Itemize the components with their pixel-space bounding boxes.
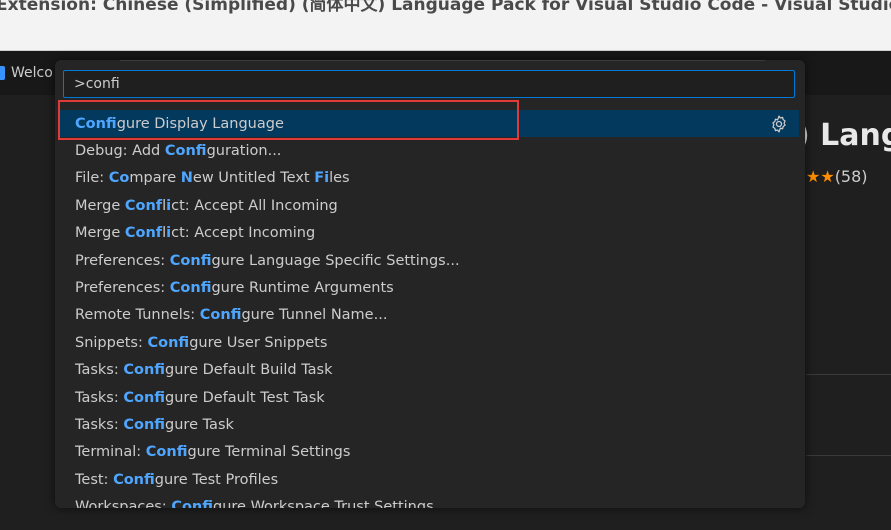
command-item-label: Merge Conflict: Accept All Incoming [75, 197, 338, 214]
divider [806, 374, 891, 375]
palette-top-border [120, 60, 765, 61]
command-item[interactable]: Preferences: Configure Language Specific… [55, 247, 805, 274]
command-item-label: Preferences: Configure Language Specific… [75, 252, 460, 269]
command-palette: Configure Display Language Debug: Add Con… [55, 60, 805, 508]
command-item[interactable]: Remote Tunnels: Configure Tunnel Name... [55, 302, 805, 329]
command-item-label: Merge Conflict: Accept Incoming [75, 225, 316, 242]
command-item-label: Workspaces: Configure Workspace Trust Se… [75, 499, 434, 508]
command-item[interactable]: Tasks: Configure Default Build Task [55, 357, 805, 384]
command-item-label: File: Compare New Untitled Text Files [75, 170, 350, 187]
command-item-label: Terminal: Configure Terminal Settings [75, 444, 351, 461]
command-item-label: Tasks: Configure Task [75, 416, 234, 433]
rating-count: (58) [834, 167, 868, 186]
divider [806, 455, 891, 456]
command-item-label: Preferences: Configure Runtime Arguments [75, 280, 394, 297]
command-item[interactable]: Snippets: Configure User Snippets [55, 329, 805, 356]
command-item-label: Tasks: Configure Default Test Task [75, 389, 325, 406]
command-item-label: Remote Tunnels: Configure Tunnel Name... [75, 307, 388, 324]
command-item[interactable]: Terminal: Configure Terminal Settings [55, 439, 805, 466]
gear-icon[interactable] [769, 114, 789, 134]
command-item-label: Debug: Add Configuration... [75, 143, 282, 160]
tab-welcome-label: Welco [11, 65, 53, 81]
tab-welcome[interactable]: Welco [0, 51, 60, 95]
rating-stars-icon: ★★ [806, 167, 835, 186]
command-item-label: Snippets: Configure User Snippets [75, 334, 328, 351]
vscode-icon [0, 66, 5, 80]
command-item[interactable]: Debug: Add Configuration... [55, 137, 805, 164]
command-palette-input[interactable] [72, 75, 794, 93]
command-item-label: Test: Configure Test Profiles [75, 471, 279, 488]
command-item[interactable]: Test: Configure Test Profiles [55, 466, 805, 493]
command-results-list: Configure Display Language Debug: Add Con… [55, 110, 805, 508]
extension-rating[interactable]: ★★(58) [806, 167, 868, 186]
command-item-label: Tasks: Configure Default Build Task [75, 362, 333, 379]
command-item[interactable]: Workspaces: Configure Workspace Trust Se… [55, 493, 805, 508]
command-item-label: Configure Display Language [75, 115, 284, 132]
window-titlebar: Extension: Chinese (Simplified) (简体中文) L… [0, 0, 891, 51]
command-item[interactable]: File: Compare New Untitled Text Files [55, 165, 805, 192]
command-palette-search-box[interactable] [63, 70, 795, 98]
command-item[interactable]: Merge Conflict: Accept All Incoming [55, 192, 805, 219]
command-item[interactable]: Merge Conflict: Accept Incoming [55, 220, 805, 247]
command-item[interactable]: Configure Display Language [59, 110, 799, 138]
extension-heading: ) Lang [796, 118, 891, 153]
window-title: Extension: Chinese (Simplified) (简体中文) L… [0, 0, 891, 15]
command-item[interactable]: Tasks: Configure Task [55, 411, 805, 438]
command-item[interactable]: Preferences: Configure Runtime Arguments [55, 274, 805, 301]
command-item[interactable]: Tasks: Configure Default Test Task [55, 384, 805, 411]
